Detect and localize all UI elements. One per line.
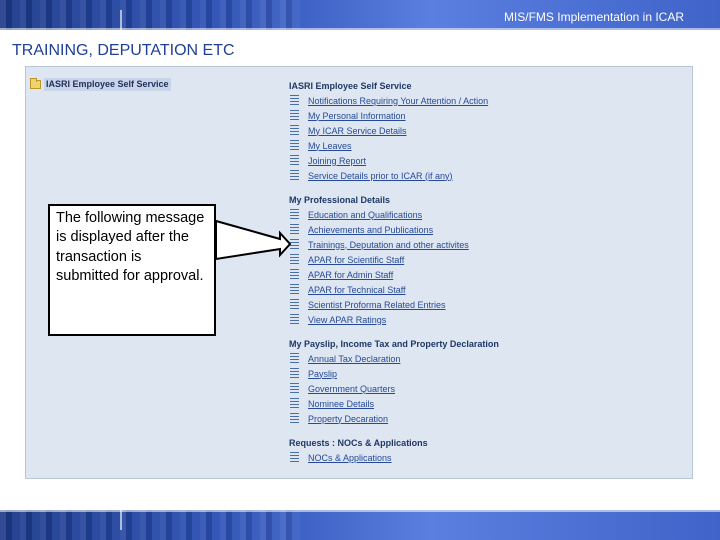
- page-icon: [290, 353, 299, 364]
- page-icon: [290, 413, 299, 424]
- menu-item[interactable]: Government Quarters: [289, 381, 669, 396]
- banner-texture: [0, 510, 300, 540]
- page-icon: [290, 209, 299, 220]
- banner-texture: [0, 0, 300, 30]
- banner-divider: [120, 10, 122, 30]
- menu-link[interactable]: Property Decaration: [308, 414, 388, 424]
- bottom-banner: [0, 510, 720, 540]
- menu-section-title: My Professional Details: [289, 195, 391, 205]
- menu-link[interactable]: Notifications Requiring Your Attention /…: [308, 96, 488, 106]
- menu-link[interactable]: Annual Tax Declaration: [308, 354, 400, 364]
- menu-item[interactable]: Annual Tax Declaration: [289, 351, 669, 366]
- menu-item[interactable]: APAR for Technical Staff: [289, 282, 669, 297]
- menu-item[interactable]: Joining Report: [289, 153, 669, 168]
- page-icon: [290, 383, 299, 394]
- menu-item[interactable]: View APAR Ratings: [289, 312, 669, 327]
- page-icon: [290, 299, 299, 310]
- menu-section-title: My Payslip, Income Tax and Property Decl…: [289, 339, 499, 349]
- banner-line: [0, 28, 720, 30]
- menu-link[interactable]: Nominee Details: [308, 399, 374, 409]
- page-icon: [290, 140, 299, 151]
- page-icon: [290, 170, 299, 181]
- page-icon: [290, 314, 299, 325]
- menu-item[interactable]: My Personal Information: [289, 108, 669, 123]
- menu-item[interactable]: Payslip: [289, 366, 669, 381]
- navigation-menu: IASRI Employee Self Service Notification…: [289, 79, 669, 465]
- top-banner: MIS/FMS Implementation in ICAR: [0, 0, 720, 30]
- menu-link[interactable]: Service Details prior to ICAR (if any): [308, 171, 453, 181]
- page-icon: [290, 110, 299, 121]
- tree-root-label: IASRI Employee Self Service: [44, 77, 171, 91]
- menu-item[interactable]: APAR for Admin Staff: [289, 267, 669, 282]
- menu-link[interactable]: Government Quarters: [308, 384, 395, 394]
- menu-section-title: IASRI Employee Self Service: [289, 81, 412, 91]
- page-icon: [290, 368, 299, 379]
- menu-link[interactable]: Achievements and Publications: [308, 225, 433, 235]
- menu-item-trainings[interactable]: Trainings, Deputation and other activite…: [289, 237, 669, 252]
- banner-line: [0, 510, 720, 512]
- callout-box: The following message is displayed after…: [48, 204, 216, 336]
- page-icon: [290, 125, 299, 136]
- page-icon: [290, 284, 299, 295]
- menu-item[interactable]: Scientist Proforma Related Entries: [289, 297, 669, 312]
- page-icon: [290, 224, 299, 235]
- menu-link[interactable]: APAR for Technical Staff: [308, 285, 406, 295]
- page-icon: [290, 239, 299, 250]
- menu-link[interactable]: My Leaves: [308, 141, 352, 151]
- menu-section-title: Requests : NOCs & Applications: [289, 438, 428, 448]
- menu-link[interactable]: My ICAR Service Details: [308, 126, 407, 136]
- page-icon: [290, 155, 299, 166]
- folder-icon: [30, 77, 41, 89]
- tree-root-item[interactable]: IASRI Employee Self Service: [30, 77, 171, 91]
- menu-link[interactable]: Payslip: [308, 369, 337, 379]
- page-icon: [290, 254, 299, 265]
- menu-item[interactable]: Property Decaration: [289, 411, 669, 426]
- menu-link[interactable]: Trainings, Deputation and other activite…: [308, 240, 469, 250]
- menu-item[interactable]: Notifications Requiring Your Attention /…: [289, 93, 669, 108]
- page-icon: [290, 398, 299, 409]
- slide-title: TRAINING, DEPUTATION ETC: [12, 42, 235, 59]
- slide-header-text: MIS/FMS Implementation in ICAR: [503, 10, 684, 24]
- banner-divider: [120, 510, 122, 530]
- menu-link[interactable]: APAR for Admin Staff: [308, 270, 393, 280]
- menu-item[interactable]: NOCs & Applications: [289, 450, 669, 465]
- menu-link[interactable]: APAR for Scientific Staff: [308, 255, 404, 265]
- menu-item[interactable]: Achievements and Publications: [289, 222, 669, 237]
- menu-item[interactable]: Nominee Details: [289, 396, 669, 411]
- menu-item[interactable]: My ICAR Service Details: [289, 123, 669, 138]
- page-icon: [290, 269, 299, 280]
- menu-item[interactable]: Service Details prior to ICAR (if any): [289, 168, 669, 183]
- menu-link[interactable]: Joining Report: [308, 156, 366, 166]
- menu-item[interactable]: My Leaves: [289, 138, 669, 153]
- menu-item[interactable]: APAR for Scientific Staff: [289, 252, 669, 267]
- menu-link[interactable]: Scientist Proforma Related Entries: [308, 300, 446, 310]
- page-icon: [290, 452, 299, 463]
- page-icon: [290, 95, 299, 106]
- menu-link[interactable]: View APAR Ratings: [308, 315, 386, 325]
- menu-link[interactable]: My Personal Information: [308, 111, 406, 121]
- menu-link[interactable]: Education and Qualifications: [308, 210, 422, 220]
- menu-item[interactable]: Education and Qualifications: [289, 207, 669, 222]
- menu-link[interactable]: NOCs & Applications: [308, 453, 392, 463]
